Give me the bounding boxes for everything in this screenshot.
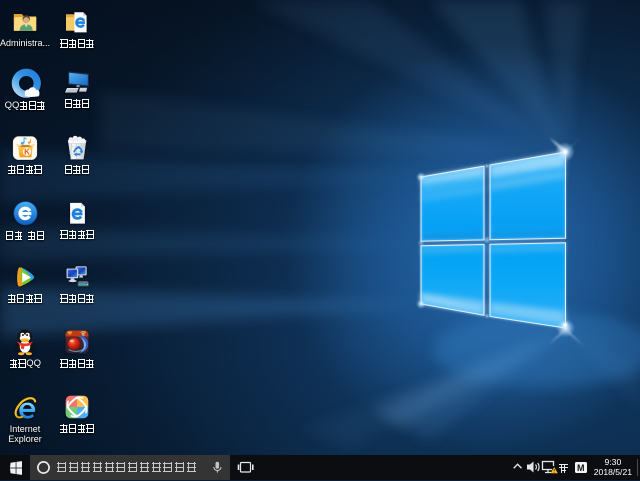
svg-text:K: K [24,148,30,157]
